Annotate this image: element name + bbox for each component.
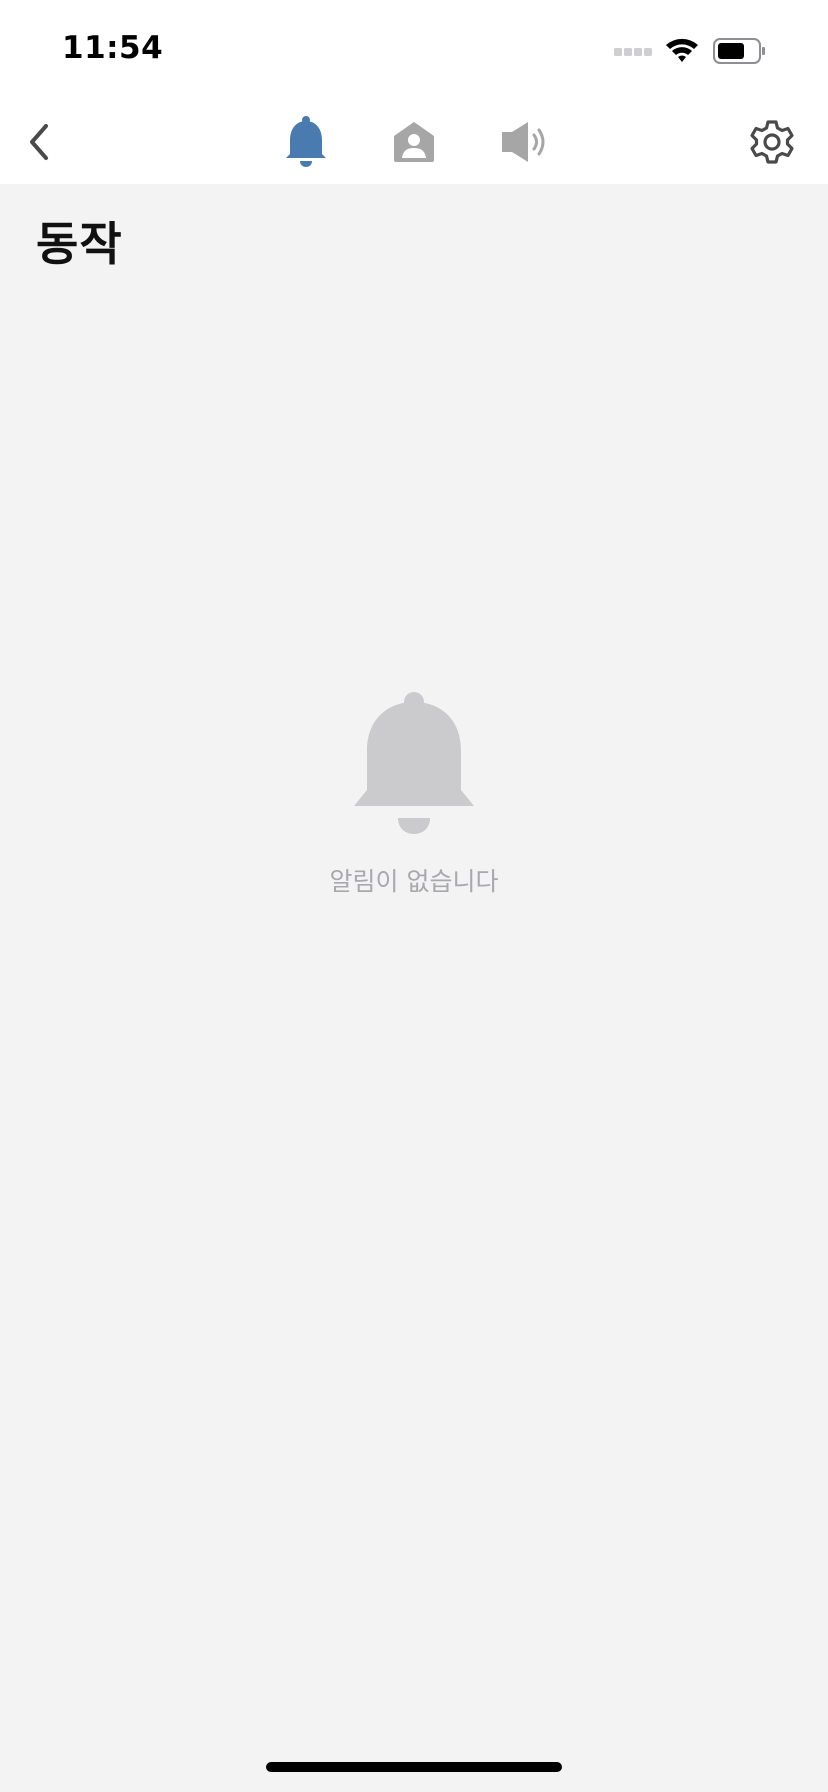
wifi-icon [666,38,698,62]
back-button[interactable] [22,118,58,166]
status-icons [614,38,765,64]
status-time: 11:54 [62,30,164,66]
gear-icon [750,120,794,164]
speaker-icon [502,122,545,162]
settings-button[interactable] [748,118,796,166]
tab-sound[interactable] [498,118,550,166]
home-person-icon [394,122,434,162]
bell-icon [354,692,474,834]
empty-state: 알림이 없습니다 [0,690,828,898]
chevron-left-icon [30,124,48,160]
status-bar: 11:54 [0,0,828,100]
tab-home[interactable] [390,118,438,166]
home-indicator[interactable] [266,1762,562,1772]
empty-message: 알림이 없습니다 [329,867,499,896]
bell-icon [286,116,326,167]
nav-bar [0,100,828,184]
tab-alerts[interactable] [282,114,330,170]
battery-icon [713,38,765,64]
page-title: 동작 [36,217,123,271]
signal-icon [614,48,652,56]
